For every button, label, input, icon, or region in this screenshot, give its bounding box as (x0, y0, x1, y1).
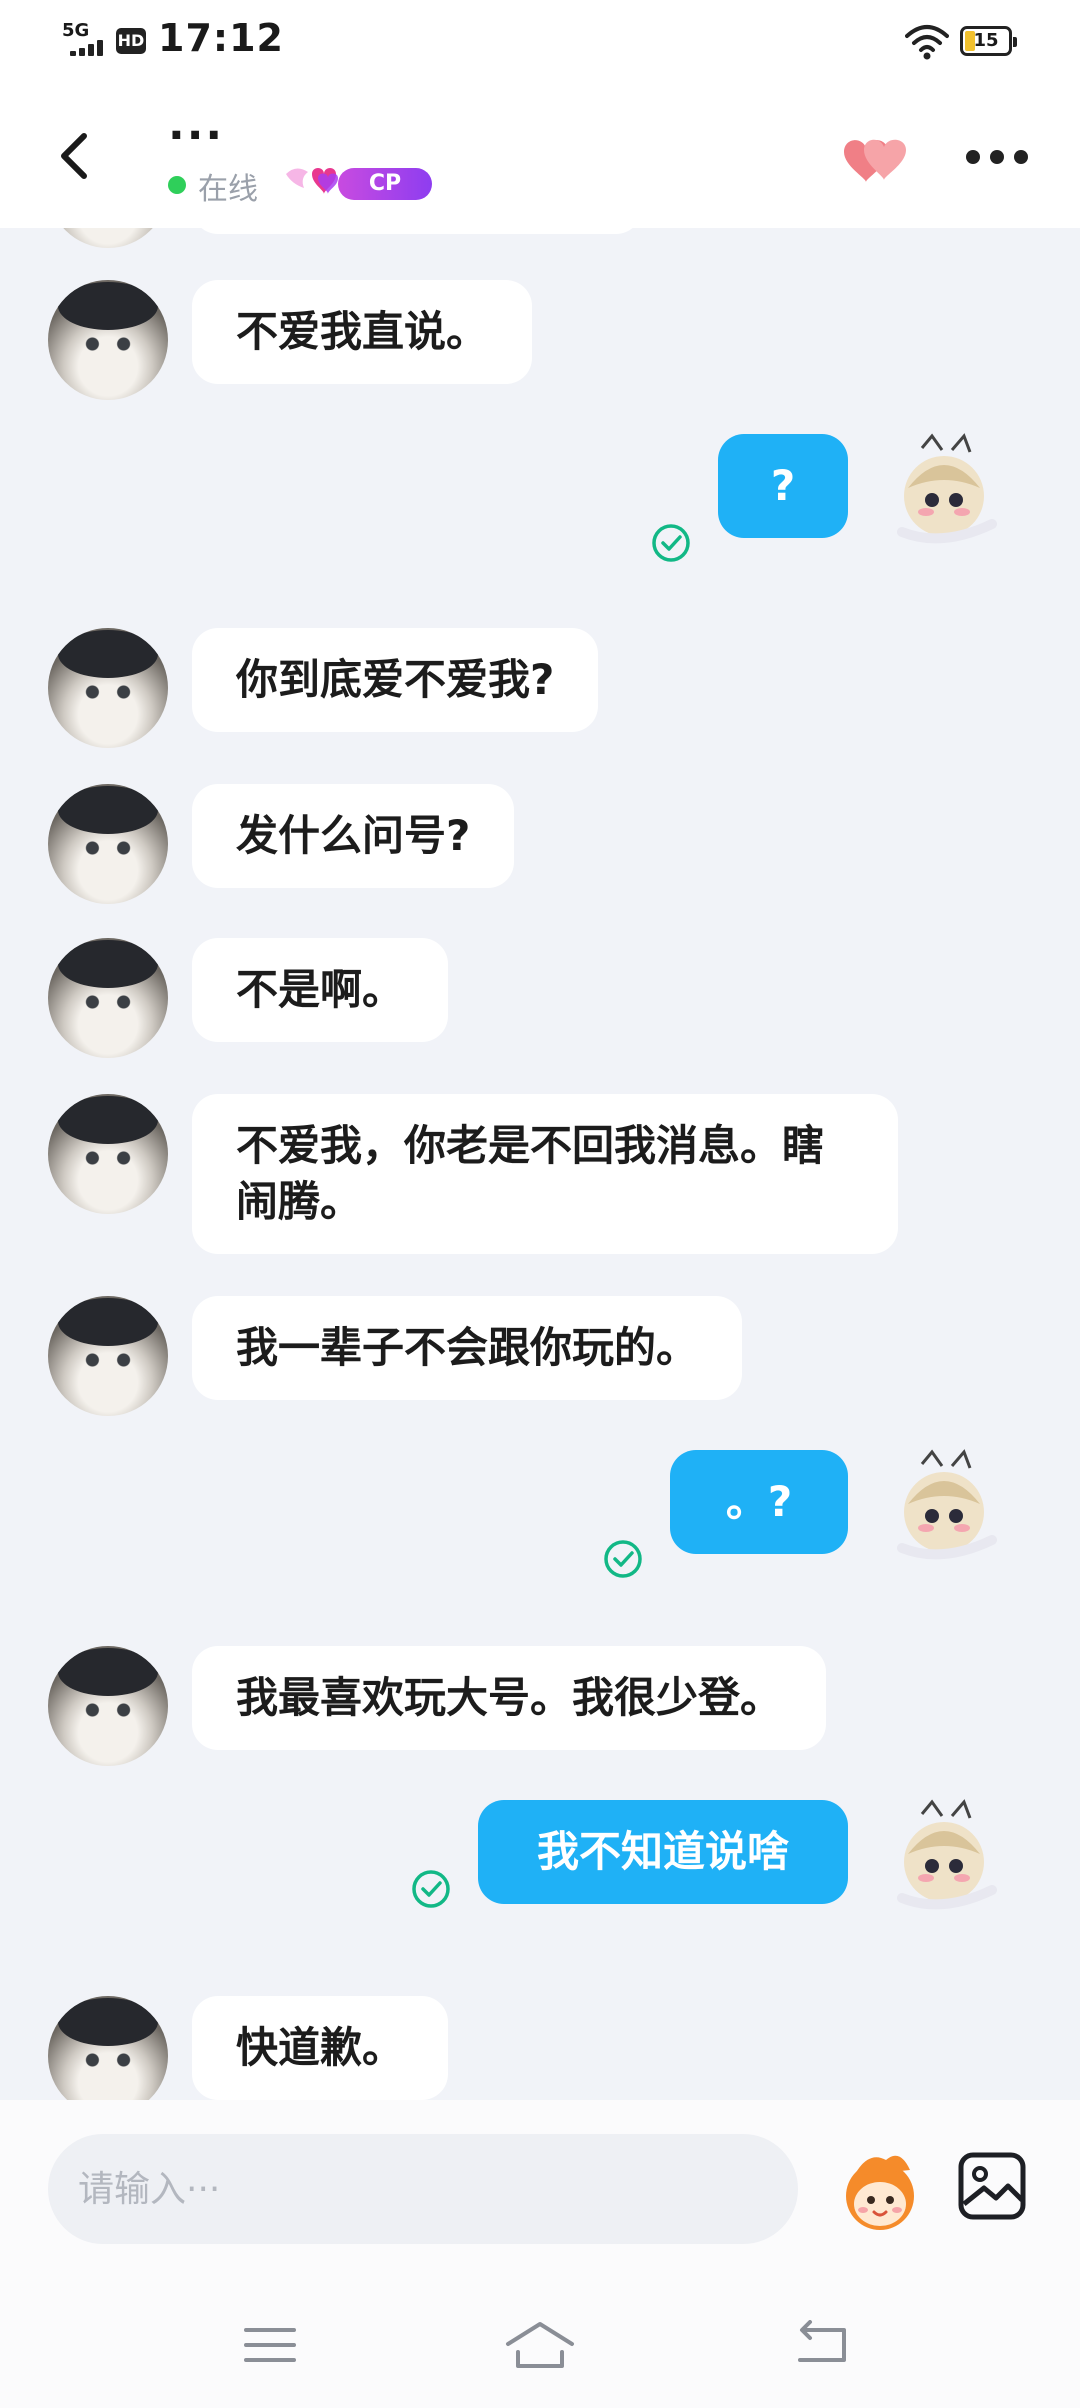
contact-avatar[interactable] (48, 1094, 168, 1214)
home-icon[interactable] (504, 2318, 576, 2370)
wifi-icon (905, 25, 949, 60)
cp-badge[interactable]: CP (282, 160, 432, 204)
message-bubble-sent[interactable]: ? (718, 434, 848, 538)
status-time: 17:12 (158, 16, 284, 60)
hd-icon: HD (116, 28, 146, 54)
back-button[interactable] (48, 120, 108, 190)
battery-level: 15 (973, 30, 999, 51)
read-check-icon (652, 524, 690, 562)
status-bar: 5G HD 17:12 15 (0, 0, 1080, 90)
image-picker-icon[interactable] (956, 2150, 1028, 2222)
online-status-dot (168, 176, 186, 194)
message-bubble-received[interactable]: 快道歉。 (192, 1996, 449, 2100)
my-avatar[interactable] (882, 428, 1006, 552)
contact-avatar[interactable] (48, 228, 168, 248)
message-list[interactable]: 不爱我直说。 ? 你到底爱不爱我? 发什么问号? 不是啊。 不爱我，你老是不回我… (0, 228, 1080, 2100)
message-bubble-received[interactable]: 不是啊。 (192, 938, 449, 1042)
input-bar (0, 2100, 1080, 2280)
emoji-sticker-icon[interactable] (830, 2140, 930, 2240)
message-bubble-received[interactable]: 你到底爱不爱我? (192, 628, 599, 732)
contact-avatar[interactable] (48, 628, 168, 748)
chevron-left-icon (61, 133, 87, 179)
contact-avatar[interactable] (48, 280, 168, 400)
system-nav-bar (0, 2280, 1080, 2408)
contact-avatar[interactable] (48, 1296, 168, 1416)
chat-header: ··· 在线 CP (0, 90, 1080, 228)
contact-avatar[interactable] (48, 784, 168, 904)
my-avatar[interactable] (882, 1794, 1006, 1918)
message-bubble-sent[interactable]: 。? (670, 1450, 848, 1554)
signal-icon (70, 40, 106, 56)
online-status-label: 在线 (198, 172, 258, 207)
message-bubble-partial (192, 228, 642, 234)
battery-icon: 15 (960, 26, 1017, 56)
contact-name[interactable]: ··· (168, 110, 224, 161)
read-check-icon (604, 1540, 642, 1578)
cp-badge-label: CP (338, 168, 432, 200)
message-bubble-received[interactable]: 我一辈子不会跟你玩的。 (192, 1296, 743, 1400)
message-bubble-received[interactable]: 发什么问号? (192, 784, 515, 888)
my-avatar[interactable] (882, 1444, 1006, 1568)
network-type: 5G (62, 20, 90, 41)
read-check-icon (412, 1870, 450, 1908)
message-input[interactable] (48, 2134, 798, 2244)
message-bubble-sent[interactable]: 我不知道说啥 (478, 1800, 848, 1904)
message-bubble-received[interactable]: 不爱我直说。 (192, 280, 533, 384)
contact-avatar[interactable] (48, 1996, 168, 2100)
more-options-button[interactable] (962, 144, 1032, 174)
double-heart-icon[interactable] (838, 128, 912, 188)
contact-avatar[interactable] (48, 1646, 168, 1766)
recent-apps-icon[interactable] (244, 2324, 296, 2366)
message-bubble-received[interactable]: 我最喜欢玩大号。我很少登。 (192, 1646, 827, 1750)
back-nav-icon[interactable] (792, 2320, 850, 2368)
message-bubble-received[interactable]: 不爱我，你老是不回我消息。瞎闹腾。 (192, 1094, 898, 1254)
contact-avatar[interactable] (48, 938, 168, 1058)
